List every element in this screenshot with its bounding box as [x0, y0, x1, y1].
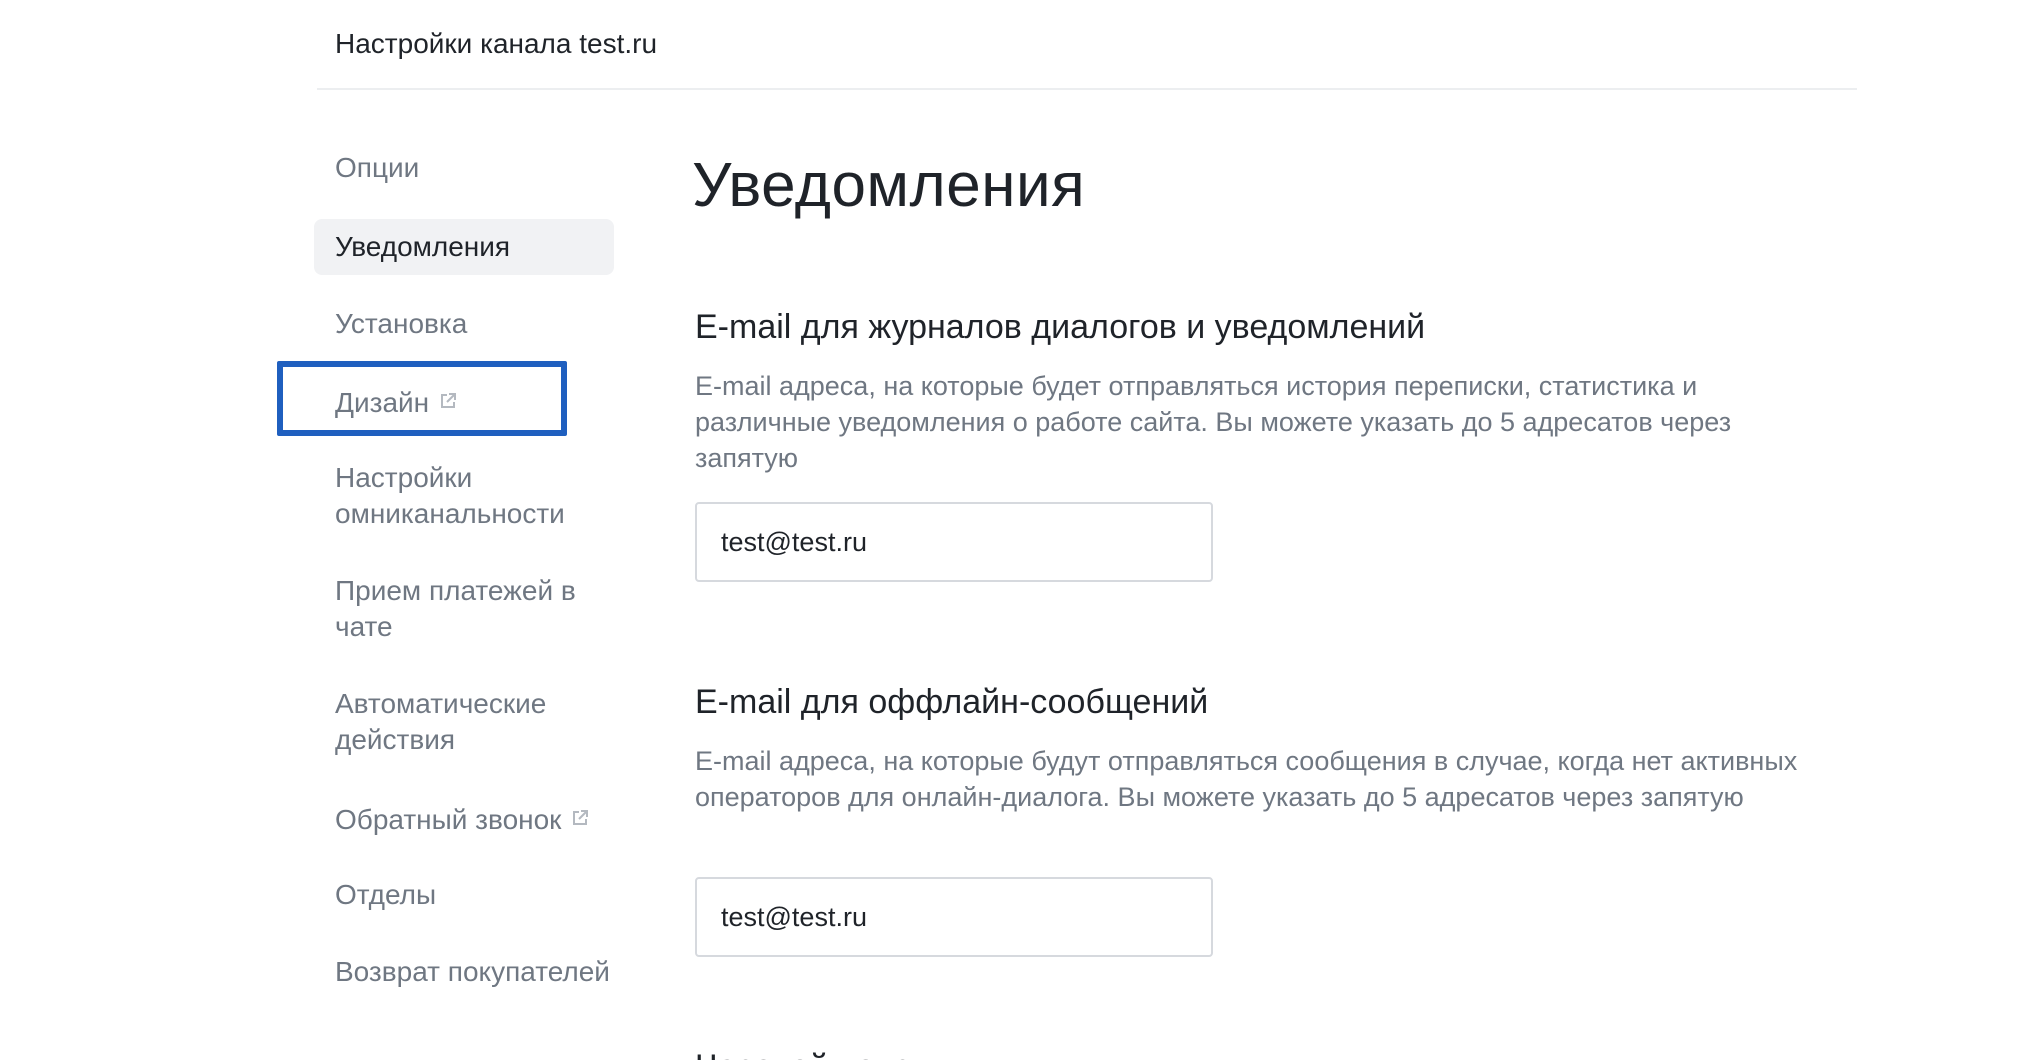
sidebar-item-design[interactable]: Дизайн [314, 383, 614, 421]
section-title-timezone: Часовой пояс [695, 1048, 911, 1060]
page-header: Настройки канала test.ru [317, 0, 1857, 90]
section-title-offline-email: E-mail для оффлайн-сообщений [695, 683, 1209, 721]
sidebar-item-customer-return[interactable]: Возврат покупателей [314, 954, 614, 990]
sidebar-item-notifications[interactable]: Уведомления [314, 219, 614, 275]
sidebar-item-installation[interactable]: Установка [314, 306, 614, 342]
external-link-icon [571, 800, 589, 825]
sidebar-item-label: Уведомления [335, 231, 511, 262]
external-link-icon [439, 383, 457, 408]
section-description-dialog-logs-email: E-mail адреса, на которые будет отправля… [695, 371, 1732, 473]
channel-settings-title: Настройки канала test.ru [335, 28, 658, 59]
offline-email-input[interactable] [695, 877, 1213, 957]
sidebar-item-options[interactable]: Опции [314, 150, 614, 186]
sidebar-item-label: Настройки омниканальности [335, 462, 565, 529]
dialog-logs-email-input[interactable] [695, 502, 1213, 582]
section-description-offline-email: E-mail адреса, на которые будут отправля… [695, 746, 1798, 812]
sidebar-item-label: Прием платежей в чате [335, 575, 576, 642]
sidebar-item-callback[interactable]: Обратный звонок [314, 800, 634, 838]
sidebar-item-label: Опции [335, 152, 420, 183]
sidebar-item-payments[interactable]: Прием платежей в чате [314, 573, 614, 645]
sidebar-item-label: Возврат покупателей [335, 956, 610, 987]
page-title: Уведомления [692, 151, 1086, 220]
sidebar-item-label: Установка [335, 308, 468, 339]
settings-page: Настройки канала test.ru Опции Уведомлен… [0, 0, 2040, 1060]
sidebar-item-departments[interactable]: Отделы [314, 877, 614, 913]
sidebar-item-label: Обратный звонок [335, 804, 562, 835]
sidebar-item-label: Дизайн [335, 387, 430, 418]
section-title-dialog-logs-email: E-mail для журналов диалогов и уведомлен… [695, 308, 1426, 346]
sidebar-item-label: Автоматические действия [335, 688, 547, 755]
sidebar-item-automatic-actions[interactable]: Автоматические действия [314, 686, 614, 758]
sidebar-item-omnichannel[interactable]: Настройки омниканальности [314, 460, 614, 532]
sidebar-item-label: Отделы [335, 879, 437, 910]
